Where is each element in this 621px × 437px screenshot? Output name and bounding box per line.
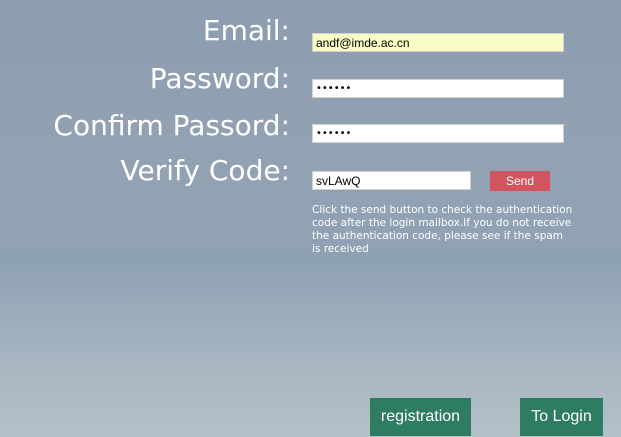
password-label: Password:	[149, 62, 290, 95]
to-login-button[interactable]: To Login	[520, 398, 603, 436]
send-button[interactable]: Send	[490, 171, 550, 191]
registration-button[interactable]: registration	[370, 398, 471, 436]
email-label: Email:	[202, 14, 290, 47]
password-field[interactable]	[312, 79, 564, 98]
verify-code-label: Verify Code:	[120, 154, 290, 187]
email-field[interactable]	[312, 33, 564, 52]
confirm-password-label: Confirm Passord:	[53, 109, 290, 142]
verify-code-field[interactable]	[312, 171, 471, 190]
confirm-password-field[interactable]	[312, 124, 564, 143]
verify-hint-text: Click the send button to check the authe…	[312, 204, 573, 255]
